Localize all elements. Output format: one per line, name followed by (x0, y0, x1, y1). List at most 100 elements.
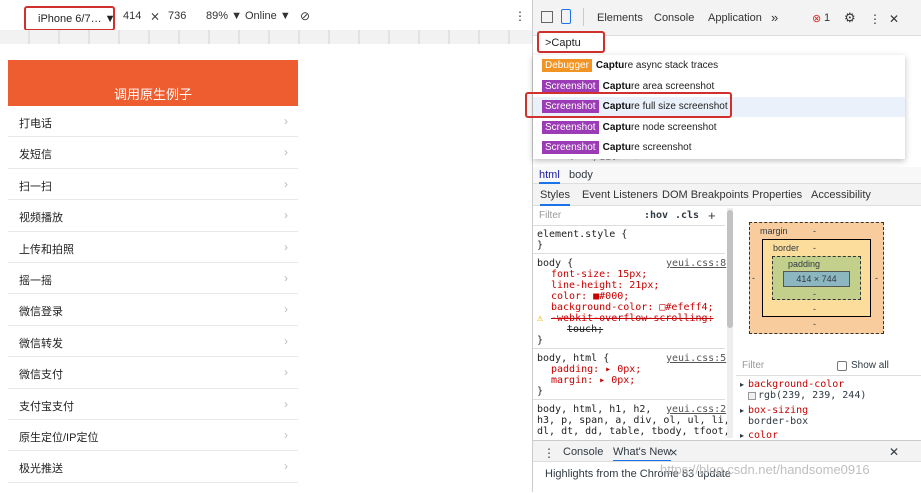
box-margin[interactable]: margin - - - - border - - padding - 414 … (749, 222, 884, 334)
color-swatch[interactable] (748, 392, 756, 400)
drawer-kebab-icon[interactable]: ⋮ (543, 446, 555, 460)
box-label: margin (760, 226, 788, 236)
css-prop-invalid[interactable]: -webkit-overflow-scrolling: (551, 313, 714, 324)
computed-prop[interactable]: background-color (748, 379, 844, 390)
show-all-checkbox[interactable] (837, 361, 847, 371)
command-menu-item[interactable]: Debugger Capture async stack traces (533, 56, 905, 76)
css-prop[interactable]: padding: ▸ 0px; (551, 364, 641, 375)
watermark: https://blog.csdn.net/handsome0916 (660, 462, 870, 477)
chevron-right-icon: › (284, 302, 288, 317)
expand-arrow-icon[interactable]: ▸ (740, 380, 744, 389)
rule-selector: body, html, h1, h2, (537, 404, 652, 415)
list-item-label: 上传和拍照 (19, 243, 74, 256)
more-tabs-icon[interactable]: » (771, 10, 778, 25)
drawer-tab-console[interactable]: Console (563, 446, 603, 458)
device-select[interactable]: iPhone 6/7… ▼ (24, 6, 116, 31)
tab-elements[interactable]: Elements (597, 12, 643, 24)
list-item[interactable]: 发短信 › (8, 137, 298, 169)
tab-dom-breakpoints[interactable]: DOM Breakpoints (662, 189, 749, 201)
category-badge: Screenshot (542, 79, 599, 93)
times-icon: ⨯ (150, 9, 161, 23)
device-toggle-icon[interactable] (561, 9, 571, 24)
width-field[interactable]: 414 (123, 10, 141, 22)
box-value: - (813, 289, 816, 299)
tab-accessibility[interactable]: Accessibility (811, 189, 871, 201)
error-icon[interactable]: ⊗ (812, 12, 821, 25)
computed-filter-input[interactable]: Filter (742, 360, 764, 371)
css-prop[interactable]: font-size: 15px; (551, 269, 647, 280)
css-prop[interactable]: color: ■#000; (551, 291, 629, 302)
command-menu-item[interactable]: Screenshot Capture node screenshot (533, 118, 905, 138)
css-prop[interactable]: background-color: □#efeff4; (551, 302, 714, 313)
rotate-icon[interactable]: ⊘ (300, 9, 310, 23)
css-prop-value: touch; (567, 324, 604, 335)
tab-console[interactable]: Console (654, 12, 694, 24)
list-item-label: 原生定位/IP定位 (19, 432, 99, 444)
box-border[interactable]: border - - padding - 414 × 744 (762, 239, 871, 317)
box-content[interactable]: 414 × 744 (783, 271, 850, 287)
expand-arrow-icon[interactable]: ▸ (740, 406, 744, 415)
cls-button[interactable]: .cls (675, 210, 699, 221)
kebab-icon[interactable]: ⋮ (869, 12, 881, 26)
inspect-icon[interactable] (541, 11, 553, 23)
drawer-close-icon[interactable]: ✕ (889, 445, 899, 459)
list-item[interactable]: 极光推送 › (8, 451, 298, 483)
error-count[interactable]: 1 (824, 12, 830, 24)
list-item[interactable]: 上传和拍照 › (8, 232, 298, 263)
list-item-label: 极光推送 (19, 463, 63, 476)
computed-value: rgb(239, 239, 244) (758, 390, 867, 401)
list-item[interactable]: 打电话 › (8, 106, 298, 138)
list-item[interactable]: 微信支付 › (8, 357, 298, 389)
tab-event-listeners[interactable]: Event Listeners (582, 189, 658, 201)
gear-icon[interactable]: ⚙ (844, 10, 856, 26)
divider (583, 8, 584, 26)
styles-filter-input[interactable]: Filter (539, 210, 561, 221)
command-menu-item[interactable]: Screenshot Capture screenshot (533, 138, 905, 158)
item-text: re screenshot (630, 142, 692, 153)
highlight-box (525, 92, 732, 118)
rule-selector: dl, dt, dd, table, tbody, tfoot, (537, 426, 730, 437)
close-tab-icon[interactable]: ⨯ (669, 446, 678, 459)
close-icon[interactable]: ✕ (889, 12, 899, 26)
category-badge: Screenshot (542, 141, 599, 154)
list-item[interactable]: 摇一摇 › (8, 263, 298, 295)
scrollbar-thumb[interactable] (727, 210, 733, 328)
hov-button[interactable]: :hov (644, 210, 668, 221)
tab-styles[interactable]: Styles (540, 189, 570, 206)
css-prop[interactable]: line-height: 21px; (551, 280, 659, 291)
computed-prop[interactable]: box-sizing (748, 405, 808, 416)
divider (533, 348, 725, 349)
network-select[interactable]: Online ▼ (245, 10, 291, 22)
list-item[interactable]: 视频播放 › (8, 200, 298, 232)
height-field[interactable]: 736 (168, 10, 186, 22)
styles-tabbar: Styles Event Listeners DOM Breakpoints P… (533, 184, 921, 206)
breadcrumb-html[interactable]: html (539, 169, 560, 184)
match-text: Captu (602, 142, 631, 153)
tab-application[interactable]: Application (708, 12, 762, 24)
category-badge: Screenshot (542, 120, 599, 134)
list-item[interactable]: 微信登录 › (8, 294, 298, 326)
box-padding[interactable]: padding - 414 × 744 (772, 256, 861, 300)
breadcrumb-body[interactable]: body (569, 169, 593, 181)
chevron-right-icon: › (284, 145, 288, 160)
list-item[interactable]: 微信转发 › (8, 326, 298, 358)
list-item-label: 视频播放 (19, 212, 63, 225)
command-menu-input[interactable]: >Captu (537, 31, 605, 53)
tab-properties[interactable]: Properties (752, 189, 802, 201)
chevron-right-icon: › (284, 459, 288, 474)
drawer-tab-whats-new[interactable]: What's New (613, 446, 672, 462)
zoom-select[interactable]: 89% ▼ (206, 10, 242, 22)
more-options-icon[interactable]: ⋮ (514, 9, 526, 23)
list-item[interactable]: 扫一扫 › (8, 169, 298, 201)
css-prop[interactable]: margin: ▸ 0px; (551, 375, 635, 386)
chevron-right-icon: › (284, 271, 288, 285)
list-item[interactable]: 原生定位/IP定位 › (8, 420, 298, 452)
new-rule-button[interactable]: + (708, 208, 716, 223)
list-item[interactable]: 支付宝支付 › (8, 389, 298, 420)
devtools-panel: Elements Console Application » ⊗ 1 ⚙ ⋮ ✕… (525, 0, 921, 493)
box-value: - (813, 304, 816, 314)
list-item[interactable]: 极光统计› (8, 483, 298, 492)
rule-selector: element.style { (537, 229, 628, 240)
list-item-label: 微信转发 (19, 337, 63, 350)
expand-arrow-icon[interactable]: ▸ (740, 431, 744, 440)
